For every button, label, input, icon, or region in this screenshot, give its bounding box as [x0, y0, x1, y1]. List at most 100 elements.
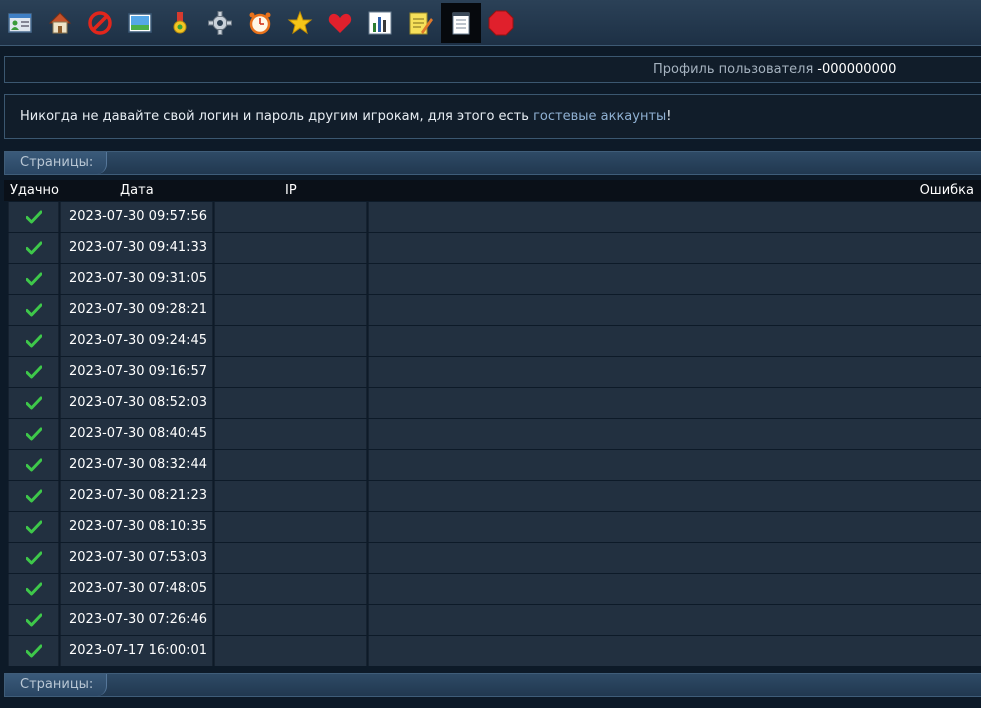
alarm-clock-icon[interactable]	[240, 3, 280, 43]
success-cell	[8, 202, 59, 232]
table-row: 2023-07-30 09:16:57	[8, 357, 981, 387]
ip-cell	[214, 543, 367, 573]
notepad-icon[interactable]	[441, 3, 481, 43]
checkmark-icon	[25, 551, 42, 565]
success-cell	[8, 233, 59, 263]
checkmark-icon	[25, 489, 42, 503]
table-row: 2023-07-30 08:32:44	[8, 450, 981, 480]
table-row: 2023-07-30 09:41:33	[8, 233, 981, 263]
date-cell: 2023-07-30 08:32:44	[60, 450, 213, 480]
checkmark-icon	[25, 396, 42, 410]
success-cell	[8, 605, 59, 635]
error-cell	[368, 512, 981, 542]
error-cell	[368, 264, 981, 294]
table-row: 2023-07-30 09:57:56	[8, 202, 981, 232]
date-cell: 2023-07-30 09:16:57	[60, 357, 213, 387]
date-cell: 2023-07-30 08:40:45	[60, 419, 213, 449]
toolbar	[0, 0, 981, 46]
guest-accounts-link[interactable]: гостевые аккаунты	[533, 109, 666, 124]
profile-user-id: -000000000	[817, 62, 897, 77]
gear-icon[interactable]	[200, 3, 240, 43]
table-row: 2023-07-30 09:28:21	[8, 295, 981, 325]
pages-label: Страницы:	[5, 674, 107, 696]
success-cell	[8, 295, 59, 325]
date-cell: 2023-07-30 09:24:45	[60, 326, 213, 356]
profile-bar: Профиль пользователя -000000000	[4, 56, 981, 83]
success-cell	[8, 481, 59, 511]
checkmark-icon	[25, 520, 42, 534]
table-row: 2023-07-30 08:52:03	[8, 388, 981, 418]
success-cell	[8, 636, 59, 666]
profile-header: Профиль пользователя -000000000	[653, 57, 896, 82]
security-notice: Никогда не давайте свой логин и пароль д…	[4, 94, 981, 139]
ip-cell	[214, 264, 367, 294]
checkmark-icon	[25, 334, 42, 348]
contacts-icon[interactable]	[0, 3, 40, 43]
bar-chart-icon[interactable]	[360, 3, 400, 43]
checkmark-icon	[25, 365, 42, 379]
date-cell: 2023-07-30 07:53:03	[60, 543, 213, 573]
heart-icon[interactable]	[320, 3, 360, 43]
error-cell	[368, 295, 981, 325]
error-cell	[368, 450, 981, 480]
table-row: 2023-07-30 08:10:35	[8, 512, 981, 542]
checkmark-icon	[25, 582, 42, 596]
date-cell: 2023-07-30 07:48:05	[60, 574, 213, 604]
error-cell	[368, 233, 981, 263]
notice-text: Никогда не давайте свой логин и пароль д…	[20, 109, 534, 124]
error-cell	[368, 202, 981, 232]
ip-cell	[214, 419, 367, 449]
pagination-top: Страницы:	[4, 151, 981, 175]
forbidden-icon[interactable]	[80, 3, 120, 43]
error-cell	[368, 605, 981, 635]
success-cell	[8, 357, 59, 387]
success-cell	[8, 574, 59, 604]
success-cell	[8, 419, 59, 449]
table-row: 2023-07-30 07:26:46	[8, 605, 981, 635]
notice-text-end: !	[666, 109, 672, 124]
date-cell: 2023-07-30 08:52:03	[60, 388, 213, 418]
success-cell	[8, 543, 59, 573]
ip-cell	[214, 574, 367, 604]
success-cell	[8, 512, 59, 542]
error-cell	[368, 543, 981, 573]
star-icon[interactable]	[280, 3, 320, 43]
pages-label: Страницы:	[5, 152, 107, 174]
date-cell: 2023-07-30 09:41:33	[60, 233, 213, 263]
checkmark-icon	[25, 303, 42, 317]
checkmark-icon	[25, 241, 42, 255]
error-cell	[368, 388, 981, 418]
error-cell	[368, 481, 981, 511]
ip-cell	[214, 202, 367, 232]
medal-icon[interactable]	[160, 3, 200, 43]
ip-cell	[214, 233, 367, 263]
header-date: Дата	[120, 183, 154, 198]
date-cell: 2023-07-17 16:00:01	[60, 636, 213, 666]
date-cell: 2023-07-30 07:26:46	[60, 605, 213, 635]
success-cell	[8, 388, 59, 418]
ip-cell	[214, 388, 367, 418]
ip-cell	[214, 326, 367, 356]
checkmark-icon	[25, 458, 42, 472]
date-cell: 2023-07-30 09:28:21	[60, 295, 213, 325]
picture-icon[interactable]	[120, 3, 160, 43]
ip-cell	[214, 605, 367, 635]
error-cell	[368, 419, 981, 449]
date-cell: 2023-07-30 08:21:23	[60, 481, 213, 511]
notepad-pencil-icon[interactable]	[400, 3, 440, 43]
success-cell	[8, 326, 59, 356]
table-row: 2023-07-30 08:21:23	[8, 481, 981, 511]
success-cell	[8, 450, 59, 480]
table-row: 2023-07-17 16:00:01	[8, 636, 981, 666]
table-row: 2023-07-30 09:24:45	[8, 326, 981, 356]
table-row: 2023-07-30 08:40:45	[8, 419, 981, 449]
header-ip: IP	[285, 183, 297, 198]
date-cell: 2023-07-30 09:31:05	[60, 264, 213, 294]
table-row: 2023-07-30 09:31:05	[8, 264, 981, 294]
ip-cell	[214, 295, 367, 325]
checkmark-icon	[25, 613, 42, 627]
home-icon[interactable]	[40, 3, 80, 43]
stop-icon[interactable]	[481, 3, 521, 43]
checkmark-icon	[25, 272, 42, 286]
table-row: 2023-07-30 07:48:05	[8, 574, 981, 604]
